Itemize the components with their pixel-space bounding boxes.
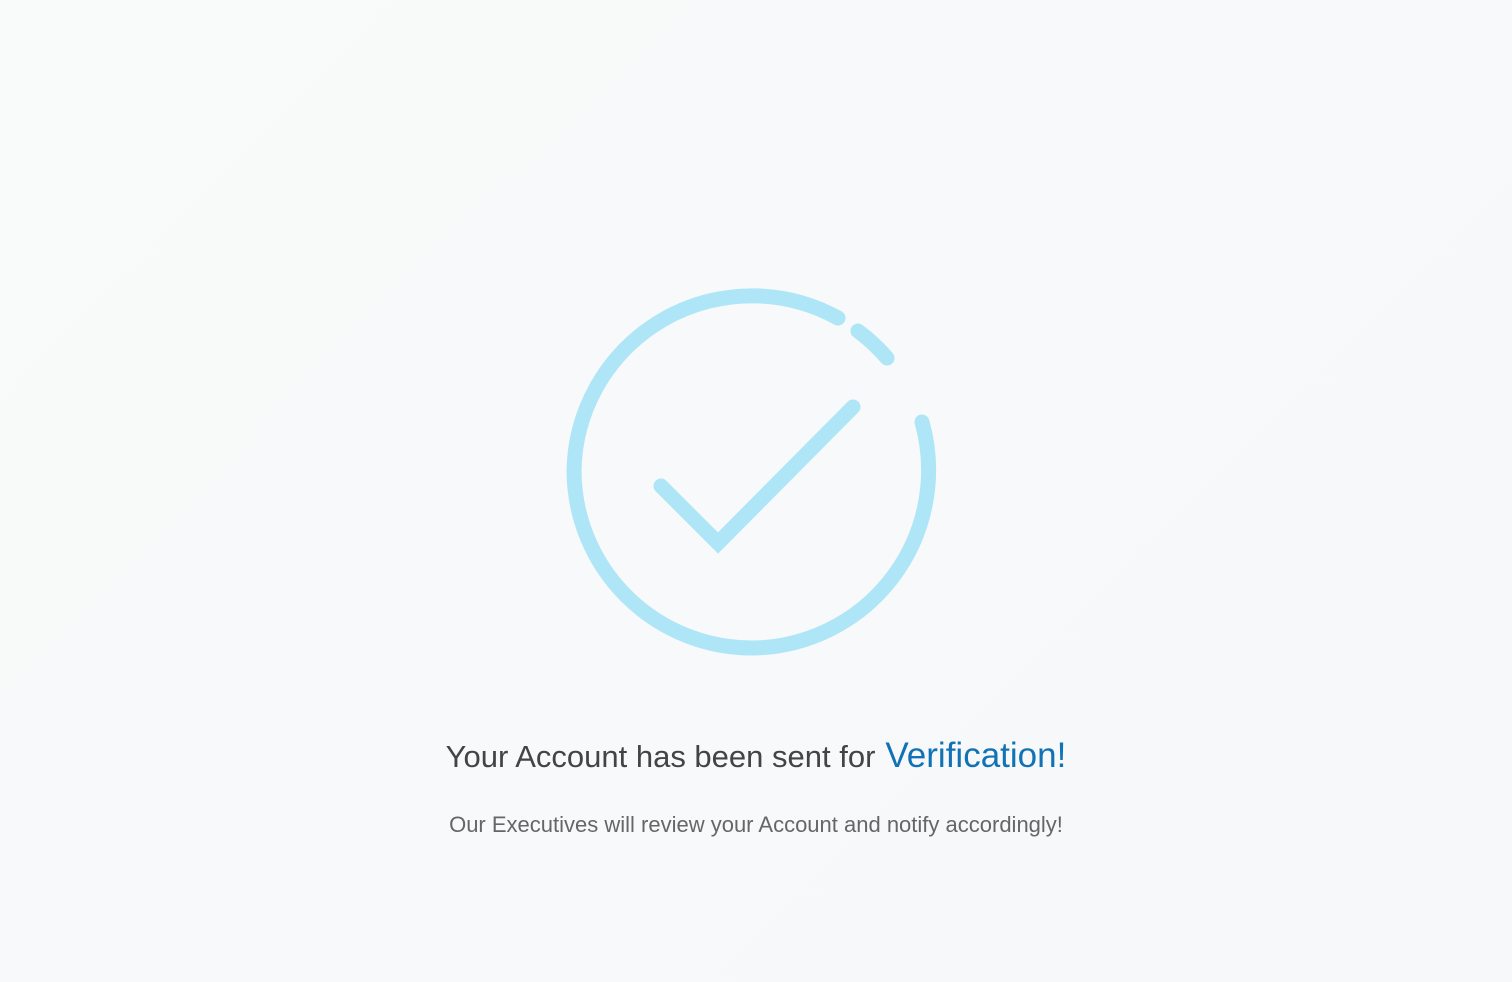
verification-pending-page: Your Account has been sent for Verificati… xyxy=(0,0,1512,982)
verification-message: Our Executives will review your Account … xyxy=(449,812,1063,837)
check-circle-icon xyxy=(566,288,937,656)
check-circle-dash xyxy=(850,323,895,366)
heading-lead-text: Your Account has been sent for xyxy=(445,739,876,774)
check-mark xyxy=(653,399,861,554)
heading-highlight-text: Verification! xyxy=(885,736,1067,775)
verification-heading: Your Account has been sent for Verificati… xyxy=(0,733,1512,780)
